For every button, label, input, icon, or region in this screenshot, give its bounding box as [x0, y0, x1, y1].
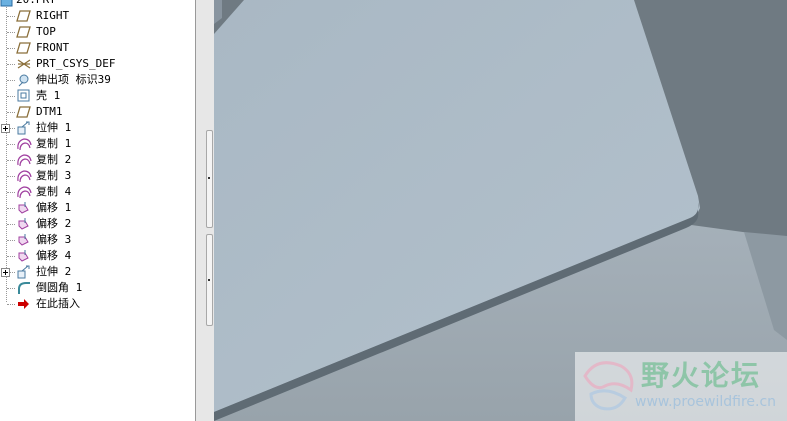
tree-guide-branch: [7, 48, 15, 49]
tree-guide-branch: [7, 16, 15, 17]
tree-guide-branch: [7, 96, 15, 97]
part-icon: [0, 0, 16, 7]
watermark-title: 野火论坛: [641, 359, 762, 392]
watermark-logo-icon: [583, 361, 634, 411]
sash-grip-dot: [208, 177, 210, 179]
copy-icon: [16, 137, 32, 151]
tree-guide-branch: [7, 208, 15, 209]
datum-plane-icon: [16, 105, 32, 119]
watermark: 野火论坛 www.proewildfire.cn: [575, 352, 787, 421]
offset-icon: [16, 249, 32, 263]
copy-icon: [16, 185, 32, 199]
panel-sash[interactable]: [196, 0, 214, 421]
copy-icon: [16, 153, 32, 167]
offset-icon: [16, 217, 32, 231]
coordinate-system-icon: [16, 57, 32, 71]
tree-item-label: FRONT: [36, 41, 70, 54]
extrude-icon: [16, 121, 32, 135]
datum-plane-icon: [16, 9, 32, 23]
tree-guide-branch: [7, 240, 15, 241]
tree-guide-branch: [7, 112, 15, 113]
tree-guide-branch: [7, 304, 15, 305]
protrusion-icon: [16, 73, 32, 87]
tree-item-label: 在此插入: [36, 297, 80, 310]
offset-icon: [16, 201, 32, 215]
watermark-url: www.proewildfire.cn: [635, 394, 777, 410]
tree-item-label: PRT_CSYS_DEF: [36, 57, 116, 70]
tree-guide-branch: [7, 144, 15, 145]
model-tree-panel: 20.PRT RIGHT TOP FRONT PRT_CSYS_DEF 伸出项 标识39…: [0, 0, 196, 421]
extrude-icon: [16, 265, 32, 279]
sash-grip-dot: [208, 279, 210, 281]
tree-guide-branch: [7, 176, 15, 177]
tree-root-label: 20.PRT: [16, 0, 56, 8]
tree-item-label: 倒圆角 1: [36, 281, 83, 294]
tree-guide-branch: [7, 64, 15, 65]
tree-item-label: 复制 3: [36, 169, 72, 182]
tree-guide-branch: [7, 256, 15, 257]
tree-guide-branch: [7, 192, 15, 193]
tree-item-label: 拉伸 2: [36, 265, 72, 278]
tree-item-label: RIGHT: [36, 9, 70, 22]
sash-collapse-handle-top[interactable]: [206, 130, 213, 228]
tree-item-label: 偏移 3: [36, 233, 72, 246]
datum-plane-icon: [16, 25, 32, 39]
tree-item-label: 复制 1: [36, 137, 72, 150]
tree-item-label: 偏移 2: [36, 217, 72, 230]
tree-item-label: 拉伸 1: [36, 121, 72, 134]
copy-icon: [16, 169, 32, 183]
insert-here-arrow-icon: [16, 297, 32, 311]
round-icon: [16, 281, 32, 295]
tree-guide-branch: [7, 80, 15, 81]
tree-item-label: DTM1: [36, 105, 63, 118]
tree-expand-toggle[interactable]: [1, 268, 10, 277]
tree-item-label: 偏移 4: [36, 249, 72, 262]
tree-guide-branch: [7, 32, 15, 33]
tree-guide-branch: [7, 224, 15, 225]
datum-plane-icon: [16, 41, 32, 55]
tree-item-label: 壳 1: [36, 89, 61, 102]
tree-expand-toggle[interactable]: [1, 124, 10, 133]
tree-item-label: TOP: [36, 25, 56, 38]
tree-item-label: 伸出项 标识39: [36, 73, 111, 86]
tree-item-label: 复制 4: [36, 185, 72, 198]
tree-item-label: 偏移 1: [36, 201, 72, 214]
tree-guide-branch: [7, 160, 15, 161]
tree-item-label: 复制 2: [36, 153, 72, 166]
tree-guide-branch: [7, 288, 15, 289]
offset-icon: [16, 233, 32, 247]
shell-icon: [16, 89, 32, 103]
sash-collapse-handle-bottom[interactable]: [206, 234, 213, 326]
